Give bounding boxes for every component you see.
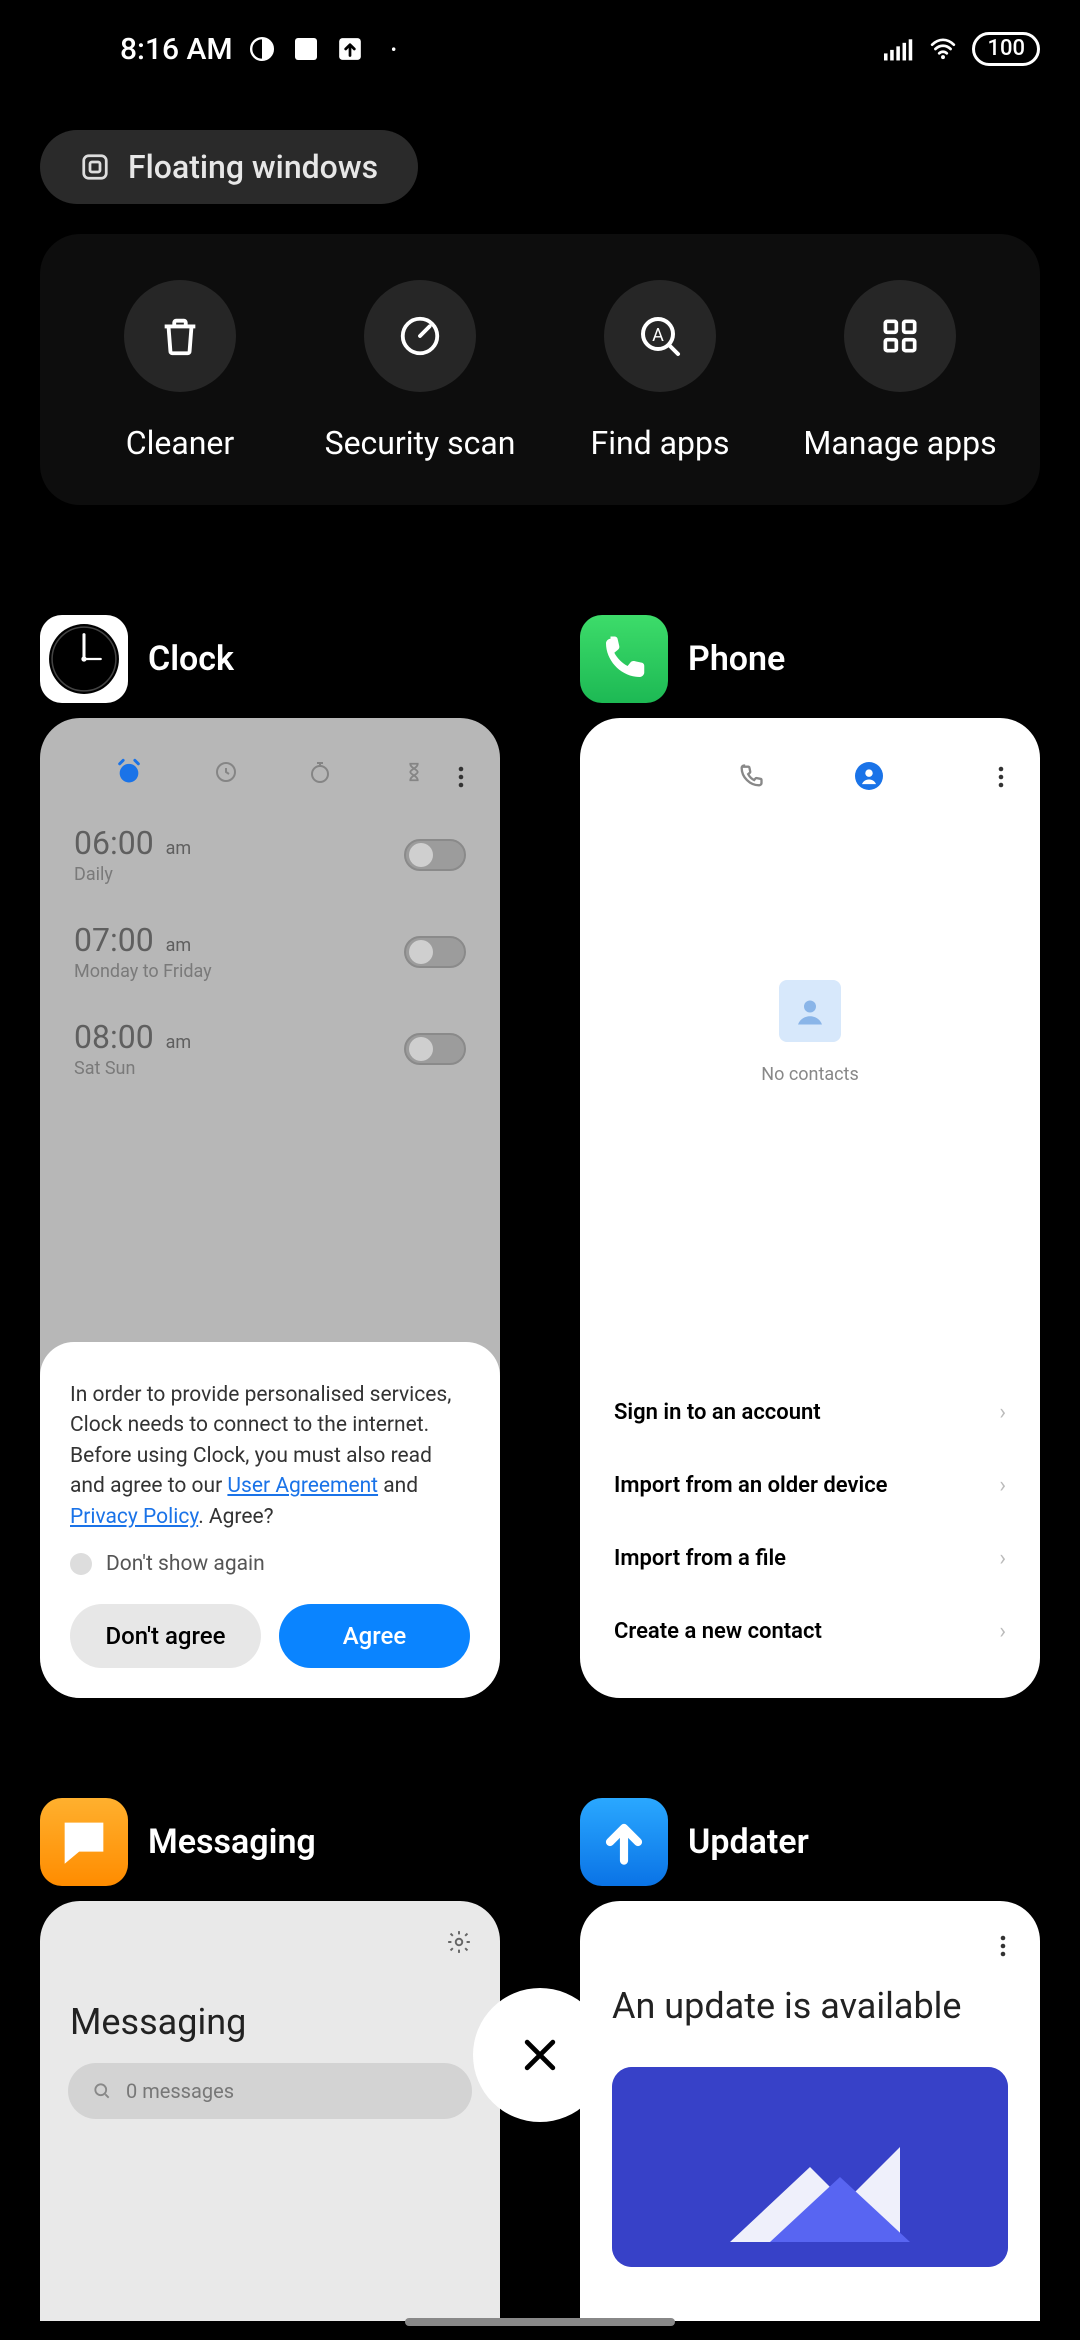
- battery-indicator: 100: [972, 32, 1040, 66]
- alarm-row[interactable]: 07:00 am Monday to Friday: [40, 903, 500, 1000]
- alarm-toggle[interactable]: [404, 839, 466, 871]
- status-time: 8:16 AM: [120, 32, 233, 67]
- create-contact-item[interactable]: Create a new contact ›: [608, 1595, 1012, 1668]
- clock-card[interactable]: 06:00 am Daily 07:00 am Monday to Friday 0…: [40, 718, 500, 1698]
- find-apps-button[interactable]: A Find apps: [550, 280, 770, 465]
- square-icon: [291, 34, 321, 64]
- app-title: Updater: [688, 1822, 809, 1862]
- floating-windows-button[interactable]: Floating windows: [40, 130, 418, 204]
- messaging-card[interactable]: Messaging 0 messages: [40, 1901, 500, 2321]
- dont-show-label: Don't show again: [106, 1552, 265, 1576]
- phone-card[interactable]: No contacts Sign in to an account › Impor…: [580, 718, 1040, 1698]
- alarm-row[interactable]: 06:00 am Daily: [40, 806, 500, 903]
- alarm-tab-icon[interactable]: [115, 758, 143, 786]
- recents-tab-icon[interactable]: [737, 762, 765, 790]
- tool-label: Manage apps: [803, 422, 996, 465]
- privacy-policy-link[interactable]: Privacy Policy: [70, 1505, 198, 1529]
- alarm-ampm: am: [166, 838, 192, 859]
- no-contacts-label: No contacts: [761, 1064, 858, 1085]
- alarm-ampm: am: [166, 1032, 192, 1053]
- chevron-right-icon: ›: [999, 1546, 1006, 1571]
- list-item-label: Import from an older device: [614, 1473, 888, 1498]
- alarm-time: 07:00: [74, 921, 154, 959]
- search-placeholder: 0 messages: [126, 2079, 234, 2103]
- wifi-icon: [928, 34, 958, 64]
- contacts-tab-icon[interactable]: [855, 762, 883, 790]
- checkbox-icon[interactable]: [70, 1553, 92, 1575]
- updater-card[interactable]: An update is available: [580, 1901, 1040, 2321]
- tool-label: Find apps: [591, 422, 730, 465]
- sign-in-item[interactable]: Sign in to an account ›: [608, 1376, 1012, 1449]
- more-icon[interactable]: [458, 766, 464, 788]
- gear-icon[interactable]: [446, 1929, 472, 1955]
- clock-tab-icon[interactable]: [214, 760, 238, 784]
- updater-heading: An update is available: [580, 1901, 1040, 2067]
- tool-label: Security scan: [325, 422, 516, 465]
- floating-windows-label: Floating windows: [128, 148, 378, 186]
- updater-app-icon[interactable]: [580, 1798, 668, 1886]
- chevron-right-icon: ›: [999, 1619, 1006, 1644]
- tools-panel: Cleaner Security scan A Find apps Manage…: [40, 234, 1040, 505]
- dialog-text-mid: and: [378, 1474, 418, 1498]
- signal-icon: [884, 34, 914, 64]
- contact-placeholder-icon: [779, 980, 841, 1042]
- trash-icon: [157, 313, 203, 359]
- contrast-icon: [247, 34, 277, 64]
- search-icon: [92, 2081, 112, 2101]
- message-search[interactable]: 0 messages: [68, 2063, 472, 2119]
- more-icon[interactable]: [998, 766, 1004, 788]
- list-item-label: Create a new contact: [614, 1619, 822, 1644]
- alarm-row[interactable]: 08:00 am Sat Sun: [40, 1000, 500, 1097]
- list-item-label: Import from a file: [614, 1546, 786, 1571]
- list-item-label: Sign in to an account: [614, 1400, 821, 1425]
- alarm-sub: Daily: [74, 864, 191, 885]
- app-title: Messaging: [148, 1822, 316, 1862]
- grid-icon: [878, 314, 922, 358]
- dialog-text: In order to provide personalised service…: [70, 1380, 470, 1532]
- close-icon: [518, 2033, 562, 2077]
- status-bar: 8:16 AM • 100: [0, 0, 1080, 80]
- dont-show-row[interactable]: Don't show again: [70, 1552, 470, 1576]
- manage-apps-button[interactable]: Manage apps: [790, 280, 1010, 465]
- tool-label: Cleaner: [126, 422, 234, 465]
- messaging-heading: Messaging: [40, 1931, 500, 2063]
- alarm-ampm: am: [166, 935, 192, 956]
- clock-dialog: In order to provide personalised service…: [40, 1342, 500, 1698]
- user-agreement-link[interactable]: User Agreement: [227, 1474, 378, 1498]
- import-file-item[interactable]: Import from a file ›: [608, 1522, 1012, 1595]
- phone-app-icon[interactable]: [580, 615, 668, 703]
- app-title: Clock: [148, 639, 234, 679]
- import-older-item[interactable]: Import from an older device ›: [608, 1449, 1012, 1522]
- more-icon[interactable]: [1000, 1935, 1006, 1957]
- chevron-right-icon: ›: [999, 1400, 1006, 1425]
- floating-windows-icon: [80, 152, 110, 182]
- home-indicator[interactable]: [405, 2318, 675, 2326]
- agree-button[interactable]: Agree: [279, 1604, 470, 1668]
- stopwatch-tab-icon[interactable]: [308, 760, 332, 784]
- messaging-app-icon[interactable]: [40, 1798, 128, 1886]
- chevron-right-icon: ›: [999, 1473, 1006, 1498]
- speed-icon: [397, 313, 443, 359]
- alarm-toggle[interactable]: [404, 1033, 466, 1065]
- dont-agree-button[interactable]: Don't agree: [70, 1604, 261, 1668]
- clock-app-icon[interactable]: [40, 615, 128, 703]
- cleaner-button[interactable]: Cleaner: [70, 280, 290, 465]
- security-scan-button[interactable]: Security scan: [310, 280, 530, 465]
- update-banner: [612, 2067, 1008, 2267]
- alarm-toggle[interactable]: [404, 936, 466, 968]
- dialog-text-post: . Agree?: [198, 1505, 273, 1529]
- alarm-sub: Sat Sun: [74, 1058, 191, 1079]
- close-all-button[interactable]: [473, 1988, 607, 2122]
- app-title: Phone: [688, 639, 785, 679]
- search-a-icon: A: [636, 312, 684, 360]
- dot-icon: •: [379, 34, 409, 64]
- svg-text:A: A: [652, 325, 664, 346]
- alarm-time: 06:00: [74, 824, 154, 862]
- upload-icon: [335, 34, 365, 64]
- alarm-time: 08:00: [74, 1018, 154, 1056]
- alarm-sub: Monday to Friday: [74, 961, 212, 982]
- timer-tab-icon[interactable]: [403, 759, 425, 785]
